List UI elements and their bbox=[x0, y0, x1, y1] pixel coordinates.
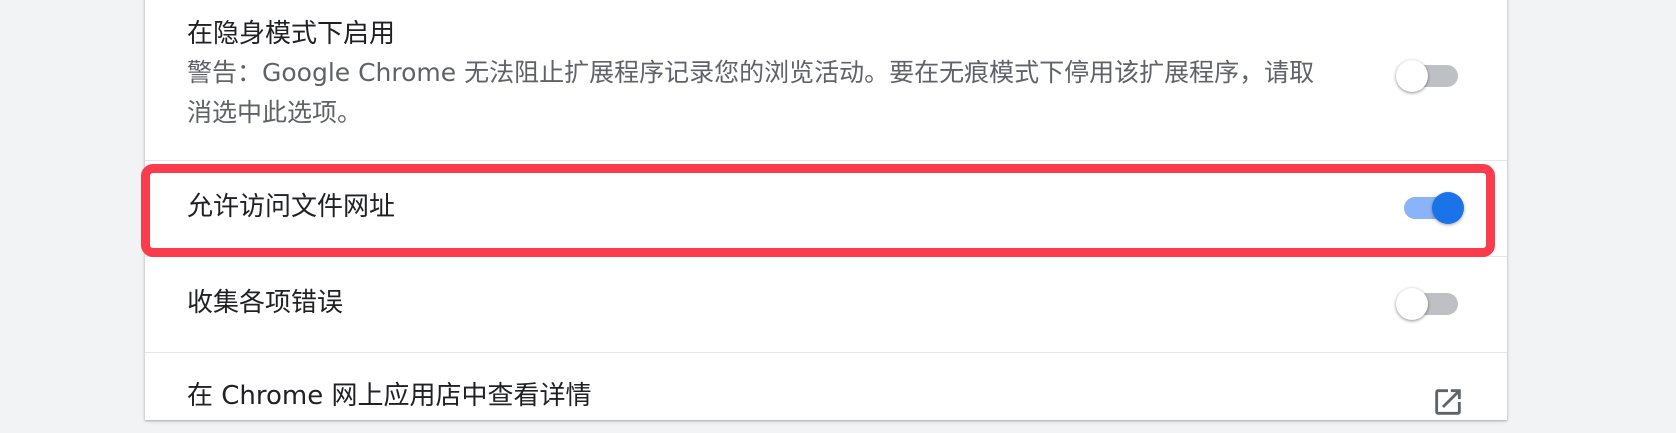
extension-settings-card: 在隐身模式下启用 警告：Google Chrome 无法阻止扩展程序记录您的浏览… bbox=[145, 0, 1507, 420]
toggle-knob bbox=[1396, 288, 1428, 320]
webstore-link-row[interactable]: 在 Chrome 网上应用店中查看详情 bbox=[145, 353, 1507, 433]
collect-errors-toggle[interactable] bbox=[1396, 286, 1460, 322]
incognito-warning-line-1: 警告：Google Chrome 无法阻止扩展程序记录您的浏览活动。要在无痕模式… bbox=[187, 58, 1315, 87]
webstore-link-label[interactable]: 在 Chrome 网上应用店中查看详情 bbox=[187, 379, 592, 413]
incognito-warning: 警告：Google Chrome 无法阻止扩展程序记录您的浏览活动。要在无痕模式… bbox=[187, 53, 1487, 133]
incognito-row: 在隐身模式下启用 警告：Google Chrome 无法阻止扩展程序记录您的浏览… bbox=[145, 0, 1507, 160]
file-urls-label: 允许访问文件网址 bbox=[187, 192, 396, 222]
incognito-label: 在隐身模式下启用 bbox=[187, 19, 396, 49]
file-urls-row: 允许访问文件网址 bbox=[145, 161, 1507, 256]
incognito-toggle[interactable] bbox=[1396, 58, 1460, 94]
file-urls-toggle[interactable] bbox=[1400, 190, 1464, 226]
open-in-new-icon[interactable] bbox=[1431, 385, 1465, 419]
collect-errors-label: 收集各项错误 bbox=[187, 288, 344, 318]
toggle-knob bbox=[1396, 60, 1428, 92]
toggle-knob bbox=[1432, 192, 1464, 224]
incognito-warning-line-2: 消选中此选项。 bbox=[187, 98, 363, 127]
collect-errors-row: 收集各项错误 bbox=[145, 257, 1507, 352]
